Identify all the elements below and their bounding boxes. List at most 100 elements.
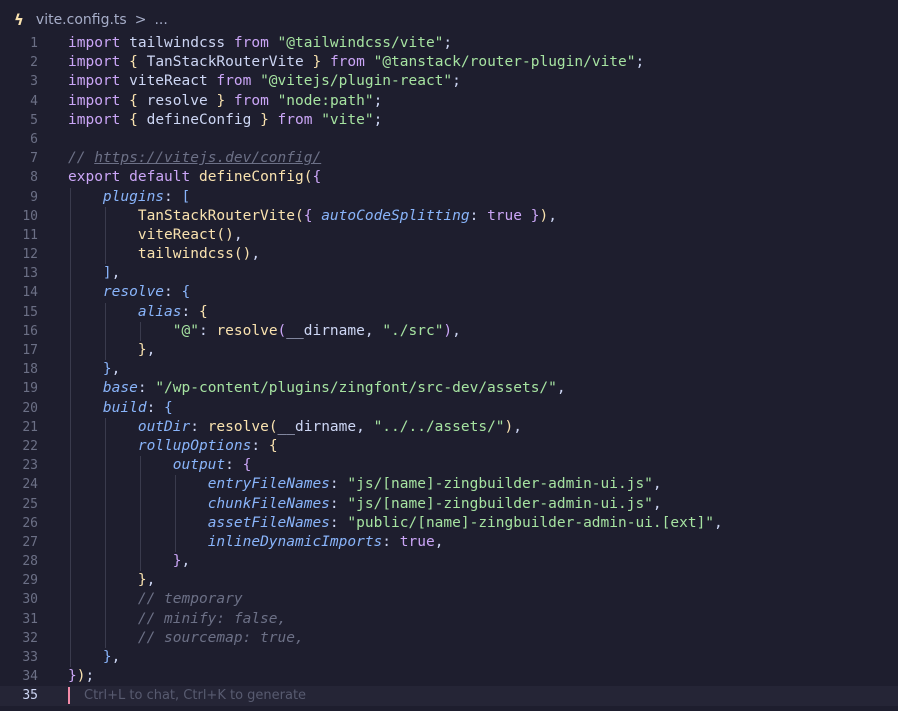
line-number: 21: [22, 419, 38, 435]
breadcrumb-file[interactable]: vite.config.ts: [36, 12, 127, 28]
code-line[interactable]: 19 base: "/wp-content/plugins/zingfont/s…: [0, 379, 898, 399]
code-text: import tailwindcss from "@tailwindcss/vi…: [68, 35, 453, 51]
code-text: },: [137, 572, 156, 589]
code-line[interactable]: 7 // https://vitejs.dev/config/: [0, 149, 898, 168]
line-number: 4: [30, 93, 38, 109]
line-number: 12: [22, 247, 38, 263]
line-number: 14: [22, 285, 38, 301]
code-text: export default defineConfig({: [68, 169, 322, 186]
code-text: // https://vitejs.dev/config/: [68, 150, 322, 167]
line-number: 31: [22, 611, 38, 627]
line-number: 7: [30, 151, 38, 167]
line-number: 28: [22, 554, 38, 570]
code-text: outDir: resolve(__dirname, "../../assets…: [137, 418, 522, 435]
code-line[interactable]: 6: [0, 130, 898, 149]
line-number: 11: [22, 227, 38, 243]
code-line[interactable]: 16 "@": resolve(__dirname, "./src"),: [0, 321, 898, 341]
code-line[interactable]: 12 tailwindcss(),: [0, 245, 898, 265]
line-number: 30: [22, 592, 38, 608]
line-number: 10: [22, 208, 38, 224]
code-text: output: {: [172, 457, 252, 474]
line-number: 5: [30, 112, 38, 128]
code-line[interactable]: 14 resolve: {: [0, 283, 898, 303]
code-text: assetFileNames: "public/[name]-zingbuild…: [207, 514, 723, 531]
code-line[interactable]: 3 import viteReact from "@vitejs/plugin-r…: [0, 72, 898, 91]
code-line[interactable]: 2 import { TanStackRouterVite } from "@ta…: [0, 53, 898, 72]
code-text: // temporary: [137, 591, 243, 608]
text-cursor: [68, 687, 70, 705]
code-text: entryFileNames: "js/[name]-zingbuilder-a…: [207, 476, 662, 493]
line-number: 19: [22, 381, 38, 397]
line-number: 24: [22, 477, 38, 493]
code-line[interactable]: 13 ],: [0, 264, 898, 284]
code-line[interactable]: 20 build: {: [0, 398, 898, 418]
code-text: });: [68, 668, 95, 685]
breadcrumb-more[interactable]: ...: [154, 12, 167, 28]
line-number: 13: [22, 266, 38, 282]
code-line[interactable]: 11 viteReact(),: [0, 225, 898, 246]
code-line[interactable]: 32 // sourcemap: true,: [0, 628, 898, 648]
ai-hint: Ctrl+L to chat, Ctrl+K to generate: [84, 688, 307, 704]
code-line[interactable]: 24 entryFileNames: "js/[name]-zingbuilde…: [0, 475, 898, 495]
code-line[interactable]: 22 rollupOptions: {: [0, 436, 898, 457]
line-number: 15: [22, 304, 38, 320]
code-line[interactable]: 33 },: [0, 648, 898, 668]
lightning-icon: ϟ: [14, 11, 24, 29]
line-number: 25: [22, 496, 38, 512]
line-number: 29: [22, 573, 38, 589]
code-text: },: [102, 361, 121, 378]
code-text: },: [102, 649, 121, 665]
code-text: },: [172, 553, 191, 570]
code-line[interactable]: 9 plugins: [: [0, 187, 898, 207]
code-text: import { defineConfig } from "vite";: [68, 111, 383, 128]
code-line[interactable]: 17 },: [0, 341, 898, 361]
code-text: build: {: [102, 399, 173, 416]
line-number: 6: [30, 131, 38, 147]
line-number: 9: [30, 189, 38, 205]
line-number: 18: [22, 362, 38, 378]
code-text: base: "/wp-content/plugins/zingfont/src-…: [102, 380, 566, 397]
line-number: 22: [22, 438, 38, 454]
code-line[interactable]: 27 inlineDynamicImports: true,: [0, 532, 898, 553]
code-line[interactable]: 35 Ctrl+L to chat, Ctrl+K to generate: [0, 686, 898, 706]
code-text: "@": resolve(__dirname, "./src"),: [172, 322, 461, 339]
code-line[interactable]: 23 output: {: [0, 456, 898, 476]
line-number: 33: [22, 650, 38, 665]
code-line[interactable]: 34});: [0, 667, 898, 686]
code-text: resolve: {: [102, 284, 191, 301]
code-text: rollupOptions: {: [137, 437, 278, 454]
code-text: viteReact(),: [137, 226, 243, 243]
code-line[interactable]: 18 },: [0, 360, 898, 380]
code-line[interactable]: 1 import tailwindcss from "@tailwindcss/v…: [0, 34, 898, 53]
code-line[interactable]: 29 },: [0, 571, 898, 591]
line-number: 1: [30, 36, 38, 51]
code-text: // sourcemap: true,: [137, 629, 304, 646]
code-line[interactable]: 28 },: [0, 552, 898, 572]
line-number: 34: [22, 669, 38, 685]
line-number: 2: [30, 55, 38, 71]
line-number: 20: [22, 400, 38, 416]
code-line[interactable]: 31 // minify: false,: [0, 609, 898, 629]
code-line[interactable]: 26 assetFileNames: "public/[name]-zingbu…: [0, 513, 898, 533]
code-line[interactable]: 25 chunkFileNames: "js/[name]-zingbuilde…: [0, 494, 898, 514]
code-text: ],: [102, 265, 121, 282]
code-line[interactable]: 5 import { defineConfig } from "vite";: [0, 111, 898, 130]
code-line[interactable]: 21 outDir: resolve(__dirname, "../../ass…: [0, 417, 898, 437]
code-text: tailwindcss(),: [137, 246, 261, 263]
code-text: plugins: [: [102, 188, 191, 205]
code-text: inlineDynamicImports: true,: [207, 533, 444, 550]
line-number: 26: [22, 515, 38, 531]
code-line[interactable]: 8 export default defineConfig({: [0, 168, 898, 187]
code-text: },: [137, 342, 156, 358]
code-line[interactable]: 15 alias: {: [0, 302, 898, 322]
line-number: 3: [30, 74, 38, 90]
line-number: 35: [22, 688, 38, 704]
line-number: 17: [22, 343, 38, 358]
code-line[interactable]: 30 // temporary: [0, 590, 898, 610]
line-number: 32: [22, 630, 38, 646]
code-text: alias: {: [137, 303, 208, 320]
code-editor[interactable]: 1 import tailwindcss from "@tailwindcss/v…: [0, 34, 898, 706]
code-line[interactable]: 4 import { resolve } from "node:path";: [0, 92, 898, 111]
code-text: // minify: false,: [137, 610, 287, 627]
code-line[interactable]: 10 TanStackRouterVite({ autoCodeSplittin…: [0, 206, 898, 226]
